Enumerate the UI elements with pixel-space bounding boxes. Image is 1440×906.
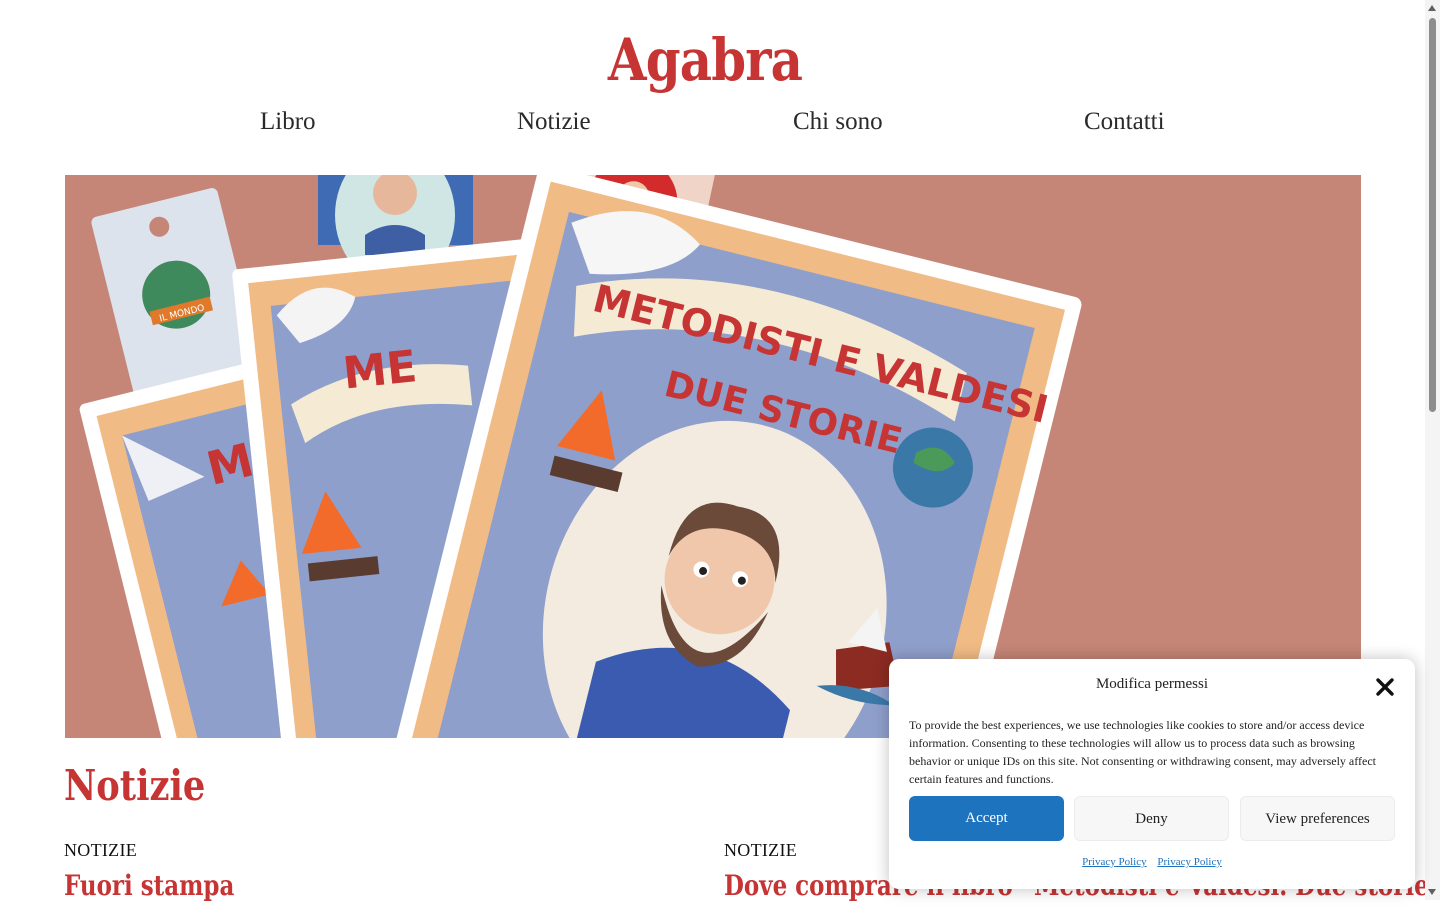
close-icon[interactable] (1373, 675, 1397, 699)
site-title[interactable]: Agabra (99, 22, 1312, 98)
cookie-dialog-title: Modifica permessi (1095, 676, 1209, 692)
post-category-1[interactable]: NOTIZIE (64, 840, 137, 861)
post-title-1[interactable]: Fuori stampa (64, 866, 234, 906)
section-title: Notizie (64, 761, 206, 810)
nav-item-chi-sono[interactable]: Chi sono (793, 104, 883, 140)
hero-illustration: IL MONDO M ME METODISTI E VALDESI DUE ST… (65, 175, 1361, 738)
nav-item-notizie[interactable]: Notizie (517, 104, 591, 140)
book-back-2-title: ME (341, 341, 420, 399)
view-preferences-button[interactable]: View preferences (1240, 796, 1395, 841)
scroll-down-arrow-icon[interactable] (1428, 889, 1436, 895)
cookie-links: Privacy Policy Privacy Policy (889, 856, 1415, 868)
deny-button[interactable]: Deny (1074, 796, 1229, 841)
privacy-policy-link-2[interactable]: Privacy Policy (1157, 856, 1221, 868)
privacy-policy-link[interactable]: Privacy Policy (1082, 856, 1146, 868)
cookie-dialog-text: To provide the best experiences, we use … (909, 718, 1376, 786)
main-nav: Libro Notizie Chi sono Contatti (0, 104, 1425, 144)
nav-item-libro[interactable]: Libro (260, 104, 316, 140)
hero-image: IL MONDO M ME METODISTI E VALDESI DUE ST… (65, 175, 1361, 738)
post-category-2[interactable]: NOTIZIE (724, 840, 797, 861)
page-scrollbar[interactable] (1425, 0, 1440, 900)
scrollbar-thumb[interactable] (1429, 18, 1436, 412)
scroll-up-arrow-icon[interactable] (1428, 5, 1436, 11)
cookie-consent-dialog: Modifica permessi To provide the best ex… (889, 659, 1415, 889)
accept-button[interactable]: Accept (909, 796, 1064, 841)
nav-item-contatti[interactable]: Contatti (1084, 104, 1165, 140)
